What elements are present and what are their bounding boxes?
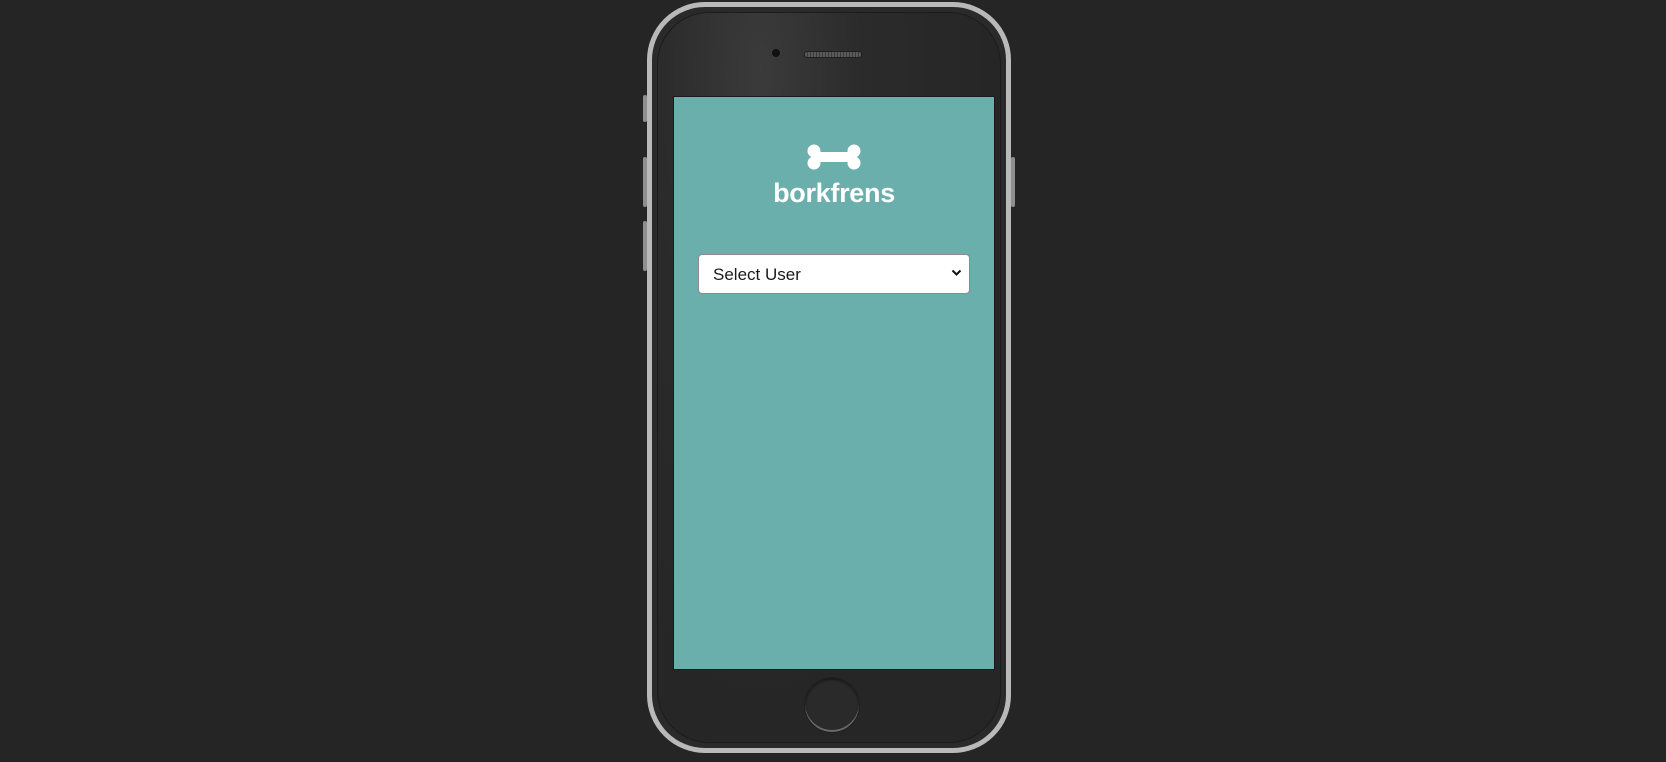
volume-up-button bbox=[643, 157, 647, 207]
phone-mockup: borkfrens Select User bbox=[643, 2, 1015, 753]
app-screen: borkfrens Select User bbox=[673, 96, 995, 670]
user-select-wrapper: Select User bbox=[698, 254, 970, 294]
app-logo: borkfrens bbox=[674, 143, 994, 209]
front-camera bbox=[771, 48, 781, 58]
volume-down-button bbox=[643, 221, 647, 271]
page: borkfrens Select User bbox=[0, 0, 1666, 762]
home-button bbox=[804, 677, 860, 733]
power-button bbox=[1011, 157, 1015, 207]
bone-icon bbox=[807, 144, 861, 170]
brand-name: borkfrens bbox=[773, 178, 895, 208]
user-select[interactable]: Select User bbox=[698, 254, 970, 294]
earpiece-speaker bbox=[804, 51, 862, 58]
mute-switch bbox=[643, 95, 647, 122]
